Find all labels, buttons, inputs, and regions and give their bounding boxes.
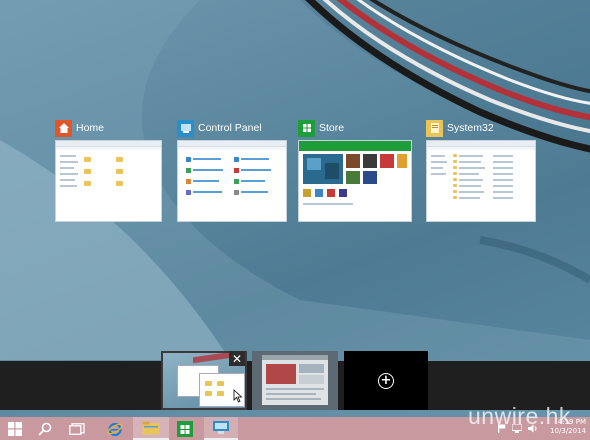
plus-circle-icon: +: [378, 372, 394, 389]
store-taskbar-button[interactable]: [172, 417, 198, 440]
mouse-cursor-icon: [233, 389, 243, 403]
window-system32[interactable]: System32: [426, 119, 536, 222]
window-thumbnail-store: [298, 140, 412, 222]
control-panel-icon: [213, 421, 229, 434]
windows-logo-icon: [8, 421, 22, 436]
window-title-system32: System32: [447, 122, 494, 134]
folder-icon: [426, 119, 443, 137]
start-button[interactable]: [0, 417, 30, 440]
file-explorer-icon: [142, 421, 160, 434]
window-thumbnail-system32: [426, 140, 536, 222]
home-folder-icon: [55, 119, 72, 137]
window-title-home: Home: [76, 122, 105, 134]
search-icon: [38, 422, 52, 436]
window-store[interactable]: Store: [298, 119, 412, 222]
file-explorer-button[interactable]: [133, 417, 169, 440]
search-button[interactable]: [30, 417, 60, 440]
add-desktop-button[interactable]: +: [344, 351, 428, 410]
internet-explorer-icon: [107, 422, 123, 436]
window-thumbnail-control-panel: [177, 140, 287, 222]
store-icon: [298, 119, 315, 137]
window-title-store: Store: [319, 122, 345, 134]
task-view-button[interactable]: [62, 417, 92, 440]
control-panel-icon: [177, 119, 194, 137]
virtual-desktop-2[interactable]: [252, 351, 338, 410]
close-icon: ✕: [231, 351, 243, 366]
window-title-control-panel: Control Panel: [198, 122, 262, 134]
watermark: unwire.hk: [468, 403, 571, 429]
window-thumbnail-home: [55, 140, 162, 222]
window-home[interactable]: Home: [55, 119, 162, 222]
store-icon: [177, 420, 193, 437]
task-view-icon: [69, 422, 85, 435]
close-desktop-button[interactable]: ✕: [229, 351, 245, 366]
internet-explorer-button[interactable]: [100, 417, 130, 440]
window-control-panel[interactable]: Control Panel: [177, 119, 287, 222]
control-panel-taskbar-button[interactable]: [204, 417, 238, 440]
